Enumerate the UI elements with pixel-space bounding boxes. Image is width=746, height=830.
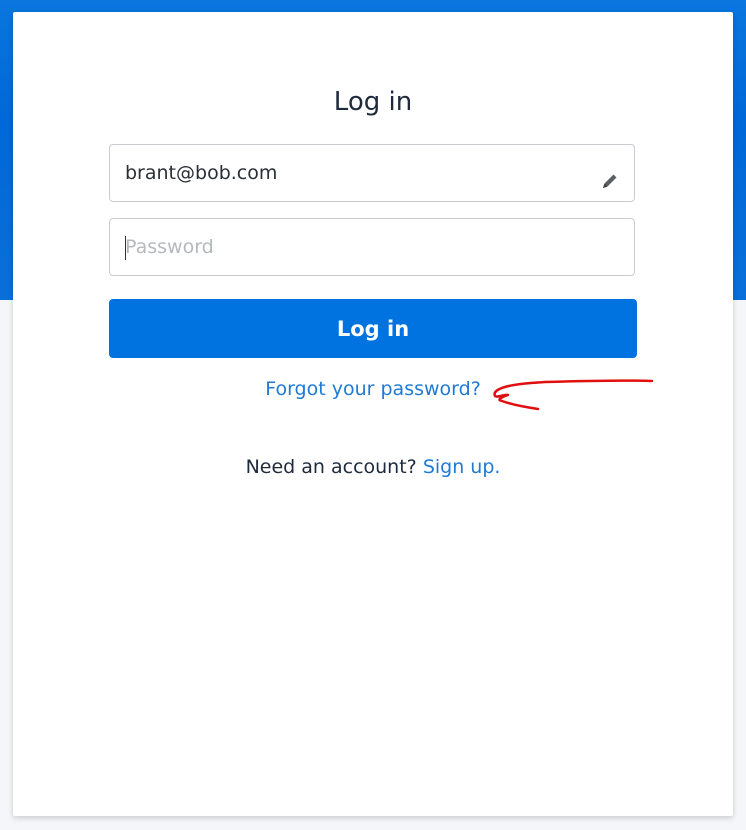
password-field[interactable] bbox=[109, 218, 635, 276]
page-title: Log in bbox=[333, 87, 413, 117]
login-card: Log in Log in Forgot your password? Need… bbox=[13, 12, 733, 816]
login-button[interactable]: Log in bbox=[109, 299, 637, 358]
red-arrow-annotation bbox=[493, 379, 654, 411]
email-field[interactable] bbox=[109, 144, 635, 202]
email-input[interactable] bbox=[110, 145, 570, 201]
password-input[interactable] bbox=[110, 219, 570, 275]
signup-row: Need an account? Sign up. bbox=[13, 456, 733, 478]
text-cursor bbox=[125, 236, 126, 260]
signup-prompt: Need an account? bbox=[245, 456, 417, 478]
page: Log in Log in Forgot your password? Need… bbox=[0, 0, 746, 830]
pencil-icon[interactable] bbox=[600, 171, 620, 191]
signup-link[interactable]: Sign up. bbox=[423, 456, 501, 478]
